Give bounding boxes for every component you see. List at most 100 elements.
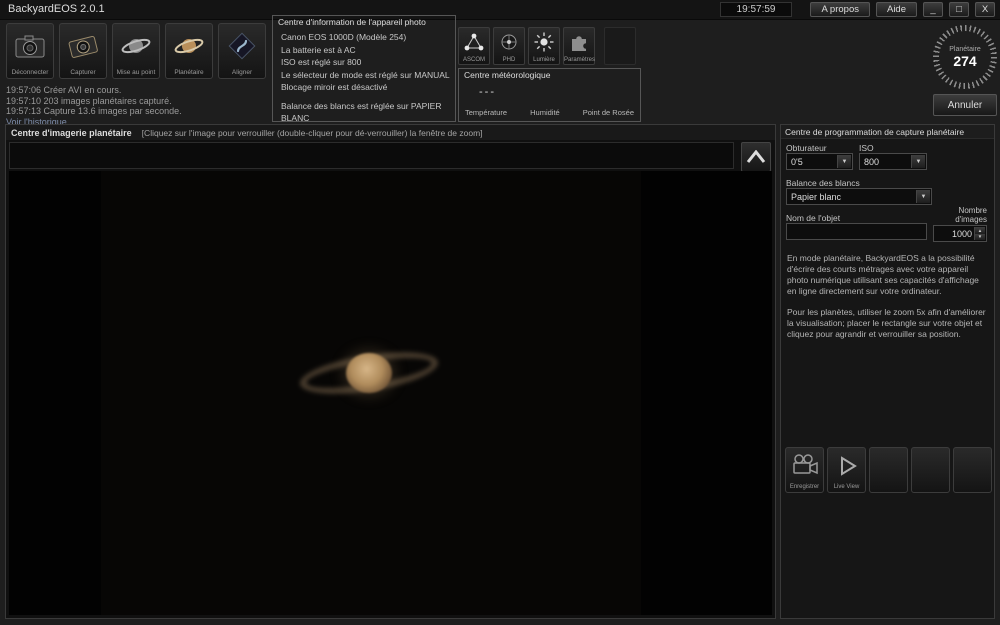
- image-count-label: Nombre d'images: [955, 206, 987, 224]
- log-line: 19:57:06 Créer AVI en cours.: [6, 85, 122, 95]
- planetary-button[interactable]: Planétaire: [165, 23, 213, 79]
- help-button[interactable]: Aide: [875, 2, 917, 17]
- iso-value: 800: [864, 156, 880, 167]
- camera-info-line: Le sélecteur de mode est réglé sur MANUA…: [281, 69, 450, 80]
- toolbar-item-label: Mise au point: [116, 69, 156, 76]
- gauge-readout: Planétaire 274: [939, 31, 991, 83]
- cancel-button[interactable]: Annuler: [933, 94, 997, 116]
- log-line: 19:57:10 203 images planétaires capturé.: [6, 95, 172, 106]
- saturn-icon: [166, 27, 212, 65]
- maximize-button[interactable]: □: [949, 2, 969, 17]
- utility-label: Paramètres: [564, 57, 596, 63]
- shutter-label: Obturateur: [786, 143, 827, 153]
- iso-field: ISO 800 ▼: [859, 143, 927, 170]
- live-image-area[interactable]: [9, 171, 772, 615]
- align-icon: [219, 27, 265, 65]
- focus-button[interactable]: Mise au point: [112, 23, 160, 79]
- chevron-up-icon: [746, 150, 766, 163]
- about-button[interactable]: A propos: [810, 2, 870, 17]
- minimize-button[interactable]: _: [923, 2, 943, 17]
- log-line: 19:57:13 Capture 13.6 images par seconde…: [6, 106, 182, 116]
- capture-programming-panel: Centre de programmation de capture plané…: [780, 124, 995, 619]
- weather-panel: Centre météorologique --- Température Hu…: [458, 68, 641, 122]
- weather-labels: Température Humidité Point de Rosée: [465, 108, 634, 117]
- titlebar: BackyardEOS 2.0.1 19:57:59 A propos Aide…: [0, 0, 1000, 20]
- clock: 19:57:59: [719, 2, 793, 17]
- camera-info-panel: Centre d'information de l'appareil photo…: [272, 15, 456, 125]
- gauge-label: Planétaire: [949, 45, 981, 53]
- imaging-subtitle: [Cliquez sur l'image pour verrouiller (d…: [141, 127, 483, 138]
- chevron-down-icon[interactable]: ▼: [911, 155, 925, 168]
- planet-gray-icon: [113, 27, 159, 65]
- utility-label: PHD: [502, 57, 516, 63]
- object-name-field: Nom de l'objet: [786, 213, 927, 240]
- image-count-input[interactable]: 1000 ▲ ▼: [933, 225, 987, 242]
- empty-action-button[interactable]: [869, 447, 908, 493]
- camera-info-line: Canon EOS 1000D (Modèle 254): [281, 32, 407, 42]
- titlebar-controls: 19:57:59 A propos Aide _ □ X: [719, 2, 995, 17]
- shutter-value: 0'5: [791, 156, 803, 167]
- status-log: 19:57:06 Créer AVI en cours. 19:57:10 20…: [6, 85, 182, 127]
- camera-info-line: La batterie est à AC: [281, 44, 356, 55]
- iso-label: ISO: [859, 143, 874, 153]
- ascom-button[interactable]: ASCOM: [458, 27, 490, 65]
- camera-frame: [101, 171, 641, 615]
- white-balance-value: Papier blanc: [791, 191, 842, 202]
- description-paragraph: Pour les planètes, utiliser le zoom 5x a…: [787, 307, 986, 339]
- disconnect-button[interactable]: Déconnecter: [6, 23, 54, 79]
- app-title: BackyardEOS 2.0.1: [8, 3, 105, 15]
- capture-panel-title: Centre de programmation de capture plané…: [781, 125, 994, 139]
- camera-info-line: ISO est réglé sur 800: [281, 57, 362, 67]
- camera-icon: [7, 27, 53, 65]
- object-name-label: Nom de l'objet: [786, 213, 841, 223]
- histogram-strip: [9, 142, 734, 169]
- utility-toolbar: ASCOM PHD Lumière Paramètres: [458, 27, 636, 65]
- object-name-input[interactable]: [786, 223, 927, 240]
- liveview-label: Live View: [833, 484, 860, 490]
- shutter-field: Obturateur 0'5 ▼: [786, 143, 853, 170]
- record-label: Enregistrer: [789, 484, 820, 490]
- planetary-imaging-panel: Centre d'imagerie planétaire [Cliquez su…: [5, 124, 776, 619]
- phd-button[interactable]: PHD: [493, 27, 525, 65]
- toolbar-item-label: Planétaire: [174, 69, 204, 76]
- white-balance-select[interactable]: Papier blanc ▼: [786, 188, 932, 205]
- light-button[interactable]: Lumière: [528, 27, 560, 65]
- empty-action-button[interactable]: [953, 447, 992, 493]
- camera-info-lines: Canon EOS 1000D (Modèle 254) La batterie…: [281, 31, 451, 125]
- liveview-button[interactable]: Live View: [827, 447, 866, 493]
- camera-info-line: Blocage miroir est désactivé: [281, 82, 388, 92]
- settings-button[interactable]: Paramètres: [563, 27, 595, 65]
- weather-title: Centre météorologique: [464, 70, 551, 80]
- movie-camera-icon: [786, 452, 823, 480]
- capture-action-buttons: Enregistrer Live View: [785, 447, 992, 493]
- spinner-arrows: ▲ ▼: [974, 227, 985, 240]
- panel-description: En mode planétaire, BackyardEOS a la pos…: [787, 253, 988, 340]
- frame-count: 274: [953, 52, 977, 69]
- ascom-icon: [459, 30, 489, 54]
- chevron-down-icon[interactable]: ▼: [916, 190, 930, 203]
- align-button[interactable]: Aligner: [218, 23, 266, 79]
- utility-label: Lumière: [533, 57, 555, 63]
- description-paragraph: En mode planétaire, BackyardEOS a la pos…: [787, 253, 979, 296]
- utility-empty-slot: [604, 27, 636, 65]
- capture-button[interactable]: Capturer: [59, 23, 107, 79]
- utility-label: ASCOM: [462, 57, 485, 63]
- imaging-header: Centre d'imagerie planétaire [Cliquez su…: [6, 125, 775, 140]
- camera-tilted-icon: [60, 27, 106, 65]
- expand-view-button[interactable]: [741, 142, 771, 172]
- empty-action-button[interactable]: [911, 447, 950, 493]
- planetary-progress-gauge: Planétaire 274: [933, 25, 997, 89]
- toolbar-item-label: Capturer: [70, 69, 96, 76]
- record-button[interactable]: Enregistrer: [785, 447, 824, 493]
- spinner-down-icon[interactable]: ▼: [974, 233, 985, 240]
- toolbar-item-label: Déconnecter: [11, 69, 49, 76]
- shutter-select[interactable]: 0'5 ▼: [786, 153, 853, 170]
- temperature-label: Température: [465, 108, 508, 117]
- puzzle-icon: [564, 30, 594, 54]
- iso-select[interactable]: 800 ▼: [859, 153, 927, 170]
- close-button[interactable]: X: [975, 2, 995, 17]
- toolbar-item-label: Aligner: [231, 69, 253, 76]
- humidity-label: Humidité: [530, 108, 560, 117]
- chevron-down-icon[interactable]: ▼: [837, 155, 851, 168]
- image-count-field: 1000 ▲ ▼: [933, 225, 987, 242]
